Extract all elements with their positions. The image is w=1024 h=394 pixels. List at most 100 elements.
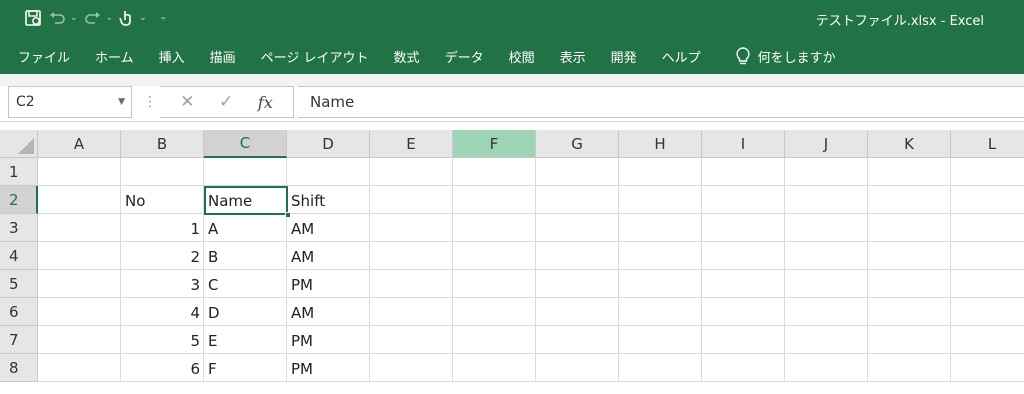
cell-d2[interactable]: Shift [287,186,370,214]
cell-l7[interactable] [951,326,1024,354]
cell-f5[interactable] [453,270,536,298]
column-header-i[interactable]: I [702,130,785,158]
tab-home[interactable]: ホーム [95,47,134,66]
cell-j8[interactable] [785,354,868,382]
cell-h6[interactable] [619,298,702,326]
cell-g2[interactable] [536,186,619,214]
resize-handle-icon[interactable]: ⋮ [143,94,157,110]
cell-b7[interactable]: 5 [121,326,204,354]
fill-handle[interactable] [285,212,291,218]
cell-c4[interactable]: B [204,242,287,270]
cell-b2[interactable]: No [121,186,204,214]
cell-k2[interactable] [868,186,951,214]
cell-d4[interactable]: AM [287,242,370,270]
cell-b5[interactable]: 3 [121,270,204,298]
cell-b8[interactable]: 6 [121,354,204,382]
cell-i2[interactable] [702,186,785,214]
row-header-1[interactable]: 1 [0,158,38,186]
cell-j1[interactable] [785,158,868,186]
cell-i5[interactable] [702,270,785,298]
column-header-j[interactable]: J [785,130,868,158]
cell-c5[interactable]: C [204,270,287,298]
cell-a4[interactable] [38,242,121,270]
cell-e7[interactable] [370,326,453,354]
cell-i7[interactable] [702,326,785,354]
row-header-6[interactable]: 6 [0,298,38,326]
cell-g3[interactable] [536,214,619,242]
select-all-button[interactable] [0,130,38,158]
cell-j7[interactable] [785,326,868,354]
cell-f3[interactable] [453,214,536,242]
cell-b6[interactable]: 4 [121,298,204,326]
undo-dropdown-icon[interactable]: ⌄ [70,13,78,23]
row-header-5[interactable]: 5 [0,270,38,298]
cell-f7[interactable] [453,326,536,354]
cell-d5[interactable]: PM [287,270,370,298]
cell-b1[interactable] [121,158,204,186]
cell-h5[interactable] [619,270,702,298]
cell-a1[interactable] [38,158,121,186]
cell-j6[interactable] [785,298,868,326]
touch-mode-dropdown-icon[interactable]: ⌄ [139,13,147,23]
cell-f2[interactable] [453,186,536,214]
row-header-4[interactable]: 4 [0,242,38,270]
cell-l2[interactable] [951,186,1024,214]
cell-h8[interactable] [619,354,702,382]
row-header-8[interactable]: 8 [0,354,38,382]
cell-i6[interactable] [702,298,785,326]
cell-g1[interactable] [536,158,619,186]
tab-draw[interactable]: 描画 [210,47,236,66]
cell-h3[interactable] [619,214,702,242]
column-header-l[interactable]: L [951,130,1024,158]
undo-icon[interactable] [48,7,66,29]
cell-l6[interactable] [951,298,1024,326]
cell-j4[interactable] [785,242,868,270]
column-header-h[interactable]: H [619,130,702,158]
cell-e6[interactable] [370,298,453,326]
cell-f1[interactable] [453,158,536,186]
cell-k5[interactable] [868,270,951,298]
cell-h1[interactable] [619,158,702,186]
cell-g7[interactable] [536,326,619,354]
cell-d8[interactable]: PM [287,354,370,382]
row-header-2[interactable]: 2 [0,186,38,214]
cell-f8[interactable] [453,354,536,382]
tell-me-box[interactable]: 何をしますか [736,47,836,66]
tab-developer[interactable]: 開発 [611,47,637,66]
cell-d7[interactable]: PM [287,326,370,354]
enter-icon[interactable]: ✓ [219,92,233,112]
cell-e1[interactable] [370,158,453,186]
cell-a5[interactable] [38,270,121,298]
cell-l1[interactable] [951,158,1024,186]
cell-e4[interactable] [370,242,453,270]
cell-a7[interactable] [38,326,121,354]
tab-data[interactable]: データ [445,47,484,66]
cell-k4[interactable] [868,242,951,270]
cell-e2[interactable] [370,186,453,214]
cell-k6[interactable] [868,298,951,326]
cell-a8[interactable] [38,354,121,382]
cancel-icon[interactable]: ✕ [180,92,194,112]
cell-i1[interactable] [702,158,785,186]
cell-h2[interactable] [619,186,702,214]
column-header-b[interactable]: B [121,130,204,158]
tab-file[interactable]: ファイル [18,47,70,66]
cell-i4[interactable] [702,242,785,270]
column-header-f[interactable]: F [453,130,536,158]
column-header-c[interactable]: C [204,130,287,158]
cell-l8[interactable] [951,354,1024,382]
cell-c8[interactable]: F [204,354,287,382]
cell-f4[interactable] [453,242,536,270]
cell-g5[interactable] [536,270,619,298]
customize-icon[interactable]: ⩦ [161,13,166,23]
tab-formulas[interactable]: 数式 [394,47,420,66]
cell-i3[interactable] [702,214,785,242]
cell-c3[interactable]: A [204,214,287,242]
cell-k8[interactable] [868,354,951,382]
cell-d6[interactable]: AM [287,298,370,326]
tab-help[interactable]: ヘルプ [662,47,701,66]
column-header-g[interactable]: G [536,130,619,158]
cell-l3[interactable] [951,214,1024,242]
cell-b3[interactable]: 1 [121,214,204,242]
insert-function-icon[interactable]: fx [258,93,273,112]
